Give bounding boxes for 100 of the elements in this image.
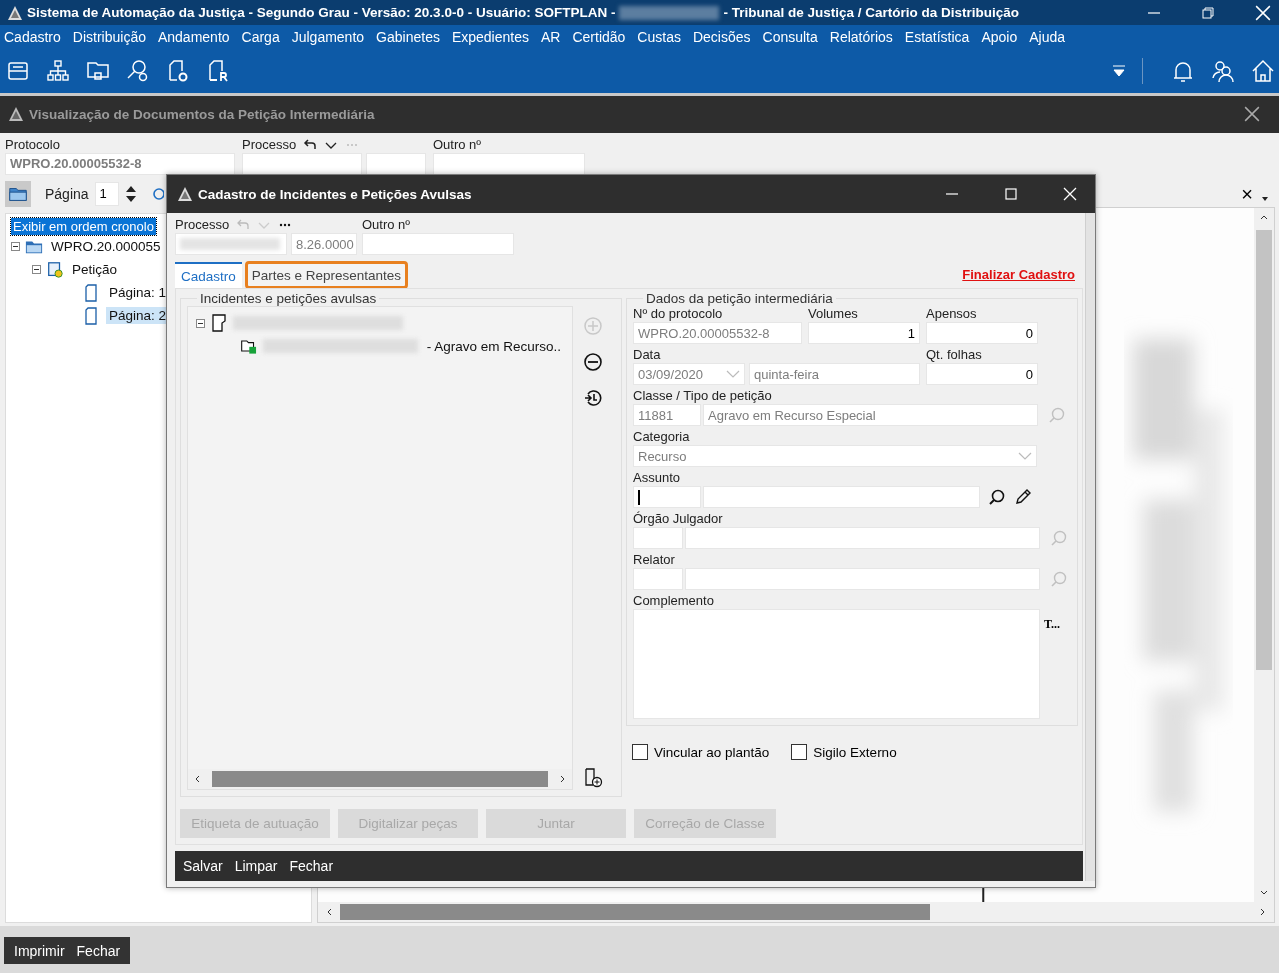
date-field[interactable]: 03/09/2020 [633,363,745,385]
field-label: Apensos [926,306,978,322]
menu-item[interactable]: Relatórios [823,29,899,46]
menu-item[interactable]: Carga [235,29,286,46]
checkbox-label: Vincular ao plantão [654,744,770,760]
class-code-field[interactable]: 11881 [633,404,701,426]
collapse-icon[interactable] [11,242,20,252]
menu-item[interactable]: Consulta [756,29,824,46]
checkbox[interactable] [632,744,648,760]
footer-button[interactable]: Fechar [283,855,340,877]
field-label: Qt. folhas [926,347,983,363]
add-document-icon[interactable] [583,768,603,788]
scrollbar[interactable] [1085,213,1095,881]
logo-icon [7,4,23,21]
finish-link[interactable]: Finalizar Cadastro [962,267,1075,282]
scrollbar-thumb[interactable] [1256,229,1272,670]
process-field[interactable] [242,152,362,175]
field-label: Processo [242,136,297,153]
hierarchy-icon[interactable] [46,59,70,84]
users-icon[interactable] [1211,59,1235,84]
order-option[interactable]: Exibir em ordem cronolo [11,217,156,235]
tab[interactable]: Partes e Representantes [245,262,408,288]
field-label: Categoria [633,429,691,445]
menu-item[interactable]: Ajuda [1023,29,1072,46]
rapporteur-field[interactable] [685,568,1040,590]
menu-item[interactable]: Cadastro [4,29,67,46]
page-label: Página [45,185,89,202]
menu-item[interactable]: Certidão [566,29,632,46]
checkbox[interactable] [791,744,808,760]
collapse-icon[interactable] [32,265,41,275]
undo-icon[interactable] [303,137,318,152]
restore-icon[interactable] [1201,5,1215,20]
menu-item[interactable]: Distribuição [66,29,152,46]
weekday-field[interactable]: quinta-feira [749,363,920,385]
menu-item[interactable]: Gabinetes [370,29,446,46]
field-label: Complemento [633,593,715,609]
footer-button[interactable]: Limpar [228,855,284,877]
subject-code-field[interactable] [633,486,701,508]
field-label: Assunto [633,470,681,486]
history-icon[interactable] [583,388,603,408]
search-icon[interactable] [988,488,1006,506]
document-icon [210,314,228,332]
remove-icon[interactable] [583,352,603,372]
class-name-field[interactable]: Agravo em Recurso Especial [703,404,1038,426]
field-label: Classe / Tipo de petição [633,388,773,404]
process-field[interactable] [175,233,287,255]
other-number-field[interactable] [433,152,585,175]
menu-item[interactable]: Expedientes [445,29,535,46]
court-field[interactable] [685,527,1040,549]
logo-icon [177,186,193,202]
text-format-button[interactable]: T... [1044,617,1061,632]
volumes-field[interactable]: 1 [808,322,920,344]
close-icon[interactable] [1244,106,1260,123]
field-label: Data [633,347,662,363]
bell-icon[interactable] [1171,59,1195,84]
footer-button[interactable]: Salvar [177,855,229,877]
sheets-field[interactable]: 0 [926,363,1038,385]
field-label: Volumes [808,306,859,322]
field-label: Processo [175,217,230,233]
document-r-icon[interactable] [206,59,230,84]
filter-icon[interactable] [1112,64,1126,79]
folder-icon[interactable] [5,180,31,207]
complement-field[interactable] [633,609,1040,719]
footer-button[interactable]: Imprimir [8,939,71,962]
dialog-title: Cadastro de Incidentes e Petições Avulsas [198,186,472,202]
tree-item[interactable]: Página: 1 [106,284,170,302]
tree-item[interactable]: - Agravo em Recurso.. [423,337,564,355]
window-title: - Tribunal de Justiça / Cartório da Distribuição [723,5,1019,21]
tree-item[interactable]: WPRO.20.000055 [48,238,164,256]
rapporteur-code-field[interactable] [633,568,683,590]
search-settings-icon[interactable] [126,59,150,84]
attachments-field[interactable]: 0 [926,322,1038,344]
collapse-icon[interactable] [196,318,205,328]
menu-item[interactable]: Decisões [686,29,757,46]
document-o-icon[interactable] [166,59,190,84]
protocol-field[interactable]: WPRO.20.00005532-8 [5,152,235,175]
court-code-field[interactable] [633,527,683,549]
pencil-icon[interactable] [1014,488,1032,506]
category-select[interactable]: Recurso [633,445,1037,467]
process-field[interactable] [366,152,426,175]
scrollbar-thumb[interactable] [340,904,930,920]
menu-item[interactable]: Estatística [898,29,976,46]
maximize-icon[interactable] [1004,187,1018,201]
tree-item[interactable]: Petição [69,261,121,279]
menu-item[interactable]: Apoio [975,29,1024,46]
other-number-field[interactable] [362,233,514,255]
home-icon[interactable] [1251,59,1275,84]
process-suffix-field[interactable]: 8.26.0000 [291,233,357,255]
menu-item[interactable]: Julgamento [285,29,371,46]
page-field[interactable]: 1 [94,181,119,206]
menu-item[interactable]: AR [535,29,567,46]
menu-item[interactable]: Custas [631,29,687,46]
subject-field[interactable] [703,486,980,508]
tab[interactable]: Cadastro [175,262,242,288]
scrollbar-thumb[interactable] [212,771,548,787]
protocol-field[interactable]: WPRO.20.00005532-8 [633,322,802,344]
footer-button[interactable]: Fechar [70,939,127,962]
close-glyph[interactable]: × [1241,183,1253,204]
menu-item[interactable]: Andamento [151,29,236,46]
field-label: Nº do protocolo [633,306,724,322]
